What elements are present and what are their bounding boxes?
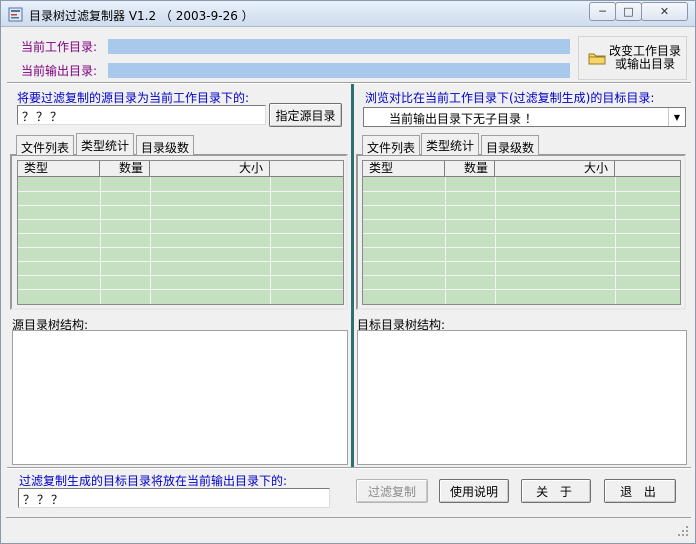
grid-line [495,177,496,304]
left-col-count[interactable]: 数量 [100,161,150,177]
grid-line [18,261,343,262]
right-col-count[interactable]: 数量 [445,161,495,177]
grid-line [18,191,343,192]
bottom-divider [7,467,691,469]
panel-splitter[interactable] [351,84,354,467]
filter-copy-button[interactable]: 过滤复制 [356,479,428,503]
output-dir-label: 当前输出目录: [21,64,98,78]
maximize-icon: □ [623,5,634,18]
grid-line [363,191,680,192]
top-divider [7,82,691,84]
output-dir-display [108,63,570,78]
right-col-type[interactable]: 类型 [363,161,445,177]
right-tab-file-list[interactable]: 文件列表 [362,135,421,155]
work-dir-label: 当前工作目录: [21,40,98,54]
target-dir-label: 过滤复制生成的目标目录将放在当前输出目录下的: [19,474,288,488]
close-icon: ✕ [659,5,670,18]
help-button[interactable]: 使用说明 [439,479,509,503]
target-dir-select-value: 当前输出目录下无子目录 ！ [389,112,537,126]
main-window: 目录树过滤复制器 V1.2 （ 2003-9-26 ） ─ □ ✕ 当前工作目录… [0,0,696,544]
grid-line [18,205,343,206]
grid-line [363,261,680,262]
close-button[interactable]: ✕ [641,2,688,21]
grid-line [363,247,680,248]
left-stats-grid[interactable]: 类型 数量 大小 [17,160,344,305]
left-col-size[interactable]: 大小 [150,161,270,177]
grid-line [363,219,680,220]
change-dir-button[interactable]: 改变工作目录 或输出目录 [578,36,687,80]
left-grid-header: 类型 数量 大小 [18,161,343,177]
grid-line [18,219,343,220]
about-button[interactable]: 关 于 [521,479,591,503]
right-tab-type-stats[interactable]: 类型统计 [421,133,480,155]
folder-icon [588,53,606,64]
chevron-down-icon[interactable]: ▼ [668,108,685,126]
maximize-button[interactable]: □ [615,2,642,21]
target-tree-view[interactable] [357,330,687,465]
right-col-size[interactable]: 大小 [495,161,615,177]
grid-line [18,275,343,276]
source-dir-input[interactable]: ？？？ [17,105,266,125]
change-dir-line2: 或输出目录 [615,57,676,71]
left-col-type[interactable]: 类型 [18,161,100,177]
grid-line [150,177,151,304]
grid-line [615,177,616,304]
minimize-icon: ─ [599,5,606,18]
grid-line [18,289,343,290]
right-tab-dir-levels[interactable]: 目录级数 [481,135,540,155]
grid-line [445,177,446,304]
grid-line [270,177,271,304]
grid-line [100,177,101,304]
grid-line [363,233,680,234]
title-bar[interactable]: 目录树过滤复制器 V1.2 （ 2003-9-26 ） ─ □ ✕ [1,1,695,27]
source-dir-label: 将要过滤复制的源目录为当前工作目录下的: [17,91,250,105]
exit-button[interactable]: 退 出 [604,479,676,503]
grid-line [363,275,680,276]
grid-line [363,205,680,206]
right-stats-grid[interactable]: 类型 数量 大小 [362,160,681,305]
left-tab-dir-levels[interactable]: 目录级数 [136,135,195,155]
resize-grip-icon[interactable] [677,525,689,537]
specify-source-button[interactable]: 指定源目录 [269,103,342,127]
app-icon [8,7,23,22]
grid-line [363,289,680,290]
target-dir-select[interactable]: 当前输出目录下无子目录 ！ ▼ [363,107,686,127]
status-bar [6,517,691,539]
minimize-button[interactable]: ─ [589,2,616,21]
target-dir-input[interactable]: ？？？ [18,488,330,508]
browse-target-label: 浏览对比在当前工作目录下(过滤复制生成)的目标目录: [365,91,655,105]
grid-line [18,247,343,248]
grid-line [18,233,343,234]
work-dir-display [108,39,570,54]
right-grid-header: 类型 数量 大小 [363,161,680,177]
left-tab-type-stats[interactable]: 类型统计 [76,133,135,155]
left-tab-file-list[interactable]: 文件列表 [16,135,75,155]
source-tree-view[interactable] [12,330,348,465]
window-title: 目录树过滤复制器 V1.2 （ 2003-9-26 ） [29,9,254,23]
